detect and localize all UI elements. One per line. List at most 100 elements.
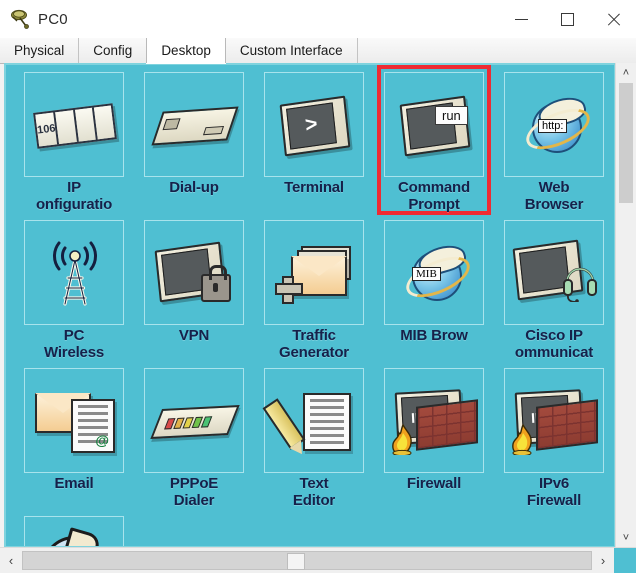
horizontal-scroll-thumb[interactable] (287, 553, 306, 570)
desktop-item-label: MIB Brow (400, 327, 468, 344)
desktop-item-label: Command Prompt (398, 179, 470, 213)
tab-config[interactable]: Config (79, 38, 148, 63)
horizontal-scrollbar[interactable]: ‹ › (0, 547, 636, 573)
pie-exploded-slice (62, 526, 102, 546)
scroll-up-arrow-icon[interactable]: ˄ (616, 63, 636, 83)
terminal-icon-box: > (264, 72, 364, 177)
desktop-item-dial-up[interactable]: Dial-up (134, 69, 254, 217)
desktop-item-vpn[interactable]: VPN (134, 217, 254, 365)
ip-configuration-icon-box: 106 (24, 72, 124, 177)
tab-custom-interface-label: Custom Interface (239, 43, 343, 58)
terminal-prompt-badge: > (304, 113, 319, 138)
doc-line (310, 426, 344, 430)
desktop-item-label: PPPoE Dialer (169, 475, 219, 509)
desktop-item-firewall[interactable]: IPv4 (374, 365, 494, 513)
vertical-scroll-track[interactable] (616, 83, 636, 528)
desktop-item-label: Cisco IP ommunicat (514, 327, 594, 361)
desktop-item-label: Traffic Generator (279, 327, 349, 361)
doc-line (310, 440, 344, 444)
tab-physical[interactable]: Physical (0, 38, 80, 63)
scroll-right-arrow-icon[interactable]: › (592, 548, 614, 573)
brick-wall-shape (416, 398, 478, 451)
desktop-item-partial[interactable] (14, 513, 134, 546)
ipv6-firewall-icon-box: IPv6 (504, 368, 604, 473)
desktop-item-label: PC Wireless (44, 327, 104, 361)
desktop-item-ipv6-firewall[interactable]: IPv6 Firewall (494, 365, 614, 513)
scrollbar-corner (614, 548, 636, 573)
close-button[interactable] (590, 0, 636, 38)
firewall-icon: IPv4 (385, 369, 485, 474)
document-shape: @ (71, 398, 115, 453)
desktop-item-traffic-generator[interactable]: Traffic Generator (254, 217, 374, 365)
rack-panel-shape: 106 (33, 102, 117, 149)
pc-wireless-icon-box (24, 220, 124, 325)
desktop-item-email[interactable]: @ Email (14, 365, 134, 513)
tab-strip-filler (357, 38, 636, 63)
traffic-generator-icon-box (264, 220, 364, 325)
desktop-item-terminal[interactable]: > Terminal (254, 69, 374, 217)
packet-tracer-pc-icon (10, 8, 32, 30)
traffic-generator-icon (265, 221, 365, 326)
tab-bar: Physical Config Desktop Custom Interface (0, 38, 636, 64)
desktop-item-mib-browser[interactable]: MIB MIB Brow (374, 217, 494, 365)
dial-up-modem-icon (145, 73, 245, 178)
pencil-icon (262, 397, 306, 450)
scroll-left-arrow-icon[interactable]: ‹ (0, 548, 22, 573)
at-symbol-icon: @ (95, 431, 109, 448)
doc-line (78, 418, 108, 422)
modem-port (162, 117, 181, 130)
desktop-app-grid: 106 IP onfiguratio Dial-up > Terminal ru… (14, 65, 614, 546)
web-browser-icon-box: http: (504, 72, 604, 177)
monitor-shape: > (279, 95, 351, 156)
headset-icon (563, 264, 597, 303)
maximize-button[interactable] (544, 0, 590, 38)
rack-slot (93, 104, 115, 139)
vertical-scroll-thumb[interactable] (619, 83, 633, 203)
desktop-item-ip-configuration[interactable]: 106 IP onfiguratio (14, 69, 134, 217)
globe-shape: MIB (400, 240, 476, 305)
ip-configuration-icon: 106 (25, 73, 125, 178)
lock-icon (201, 264, 231, 302)
desktop-item-label: IPv6 Firewall (526, 475, 582, 509)
run-tooltip: run (435, 106, 468, 125)
window-controls (498, 0, 636, 38)
doc-line (310, 398, 344, 402)
vertical-scrollbar[interactable]: ˄ ˅ (615, 63, 636, 548)
text-editor-icon (262, 369, 365, 474)
desktop-item-text-editor[interactable]: Text Editor (254, 365, 374, 513)
globe-shape: http: (520, 92, 596, 157)
monitor-screen: > (286, 101, 337, 150)
doc-line (78, 425, 108, 429)
cisco-ip-communicator-icon-box (504, 220, 604, 325)
desktop-item-pppoe-dialer[interactable]: PPPoE Dialer (134, 365, 254, 513)
tower-shape (39, 238, 111, 310)
email-icon: @ (25, 369, 125, 474)
web-browser-badge: http: (538, 118, 568, 133)
desktop-item-pc-wireless[interactable]: PC Wireless (14, 217, 134, 365)
brick-wall-shape (536, 398, 598, 451)
web-browser-icon: http: (505, 73, 605, 178)
doc-line (310, 419, 344, 423)
tab-desktop[interactable]: Desktop (146, 38, 226, 63)
pppoe-dialer-icon-box (144, 368, 244, 473)
pc0-window: PC0 Physical Config Desktop Custom Inter… (0, 0, 636, 573)
pie-chart-icon-box (24, 516, 124, 546)
cisco-ip-communicator-icon (505, 221, 605, 326)
terminal-icon: > (265, 73, 365, 178)
dial-up-icon-box (144, 72, 244, 177)
maximize-icon (560, 12, 574, 26)
tab-custom-interface[interactable]: Custom Interface (225, 38, 358, 63)
scroll-down-arrow-icon[interactable]: ˅ (616, 528, 636, 548)
horizontal-scroll-track[interactable] (22, 551, 592, 570)
desktop-item-cisco-ip-communicator[interactable]: Cisco IP ommunicat (494, 217, 614, 365)
desktop-item-label: Web Browser (524, 179, 584, 213)
doc-line (310, 412, 344, 416)
tab-physical-label: Physical (14, 43, 65, 58)
command-prompt-icon-box: run (384, 72, 484, 177)
mib-browser-icon-box: MIB (384, 220, 484, 325)
flame-icon (510, 423, 536, 456)
desktop-item-command-prompt[interactable]: run Command Prompt (374, 65, 494, 217)
minimize-button[interactable] (498, 0, 544, 38)
monitor-shape (399, 95, 471, 156)
desktop-item-web-browser[interactable]: http: Web Browser (494, 69, 614, 217)
